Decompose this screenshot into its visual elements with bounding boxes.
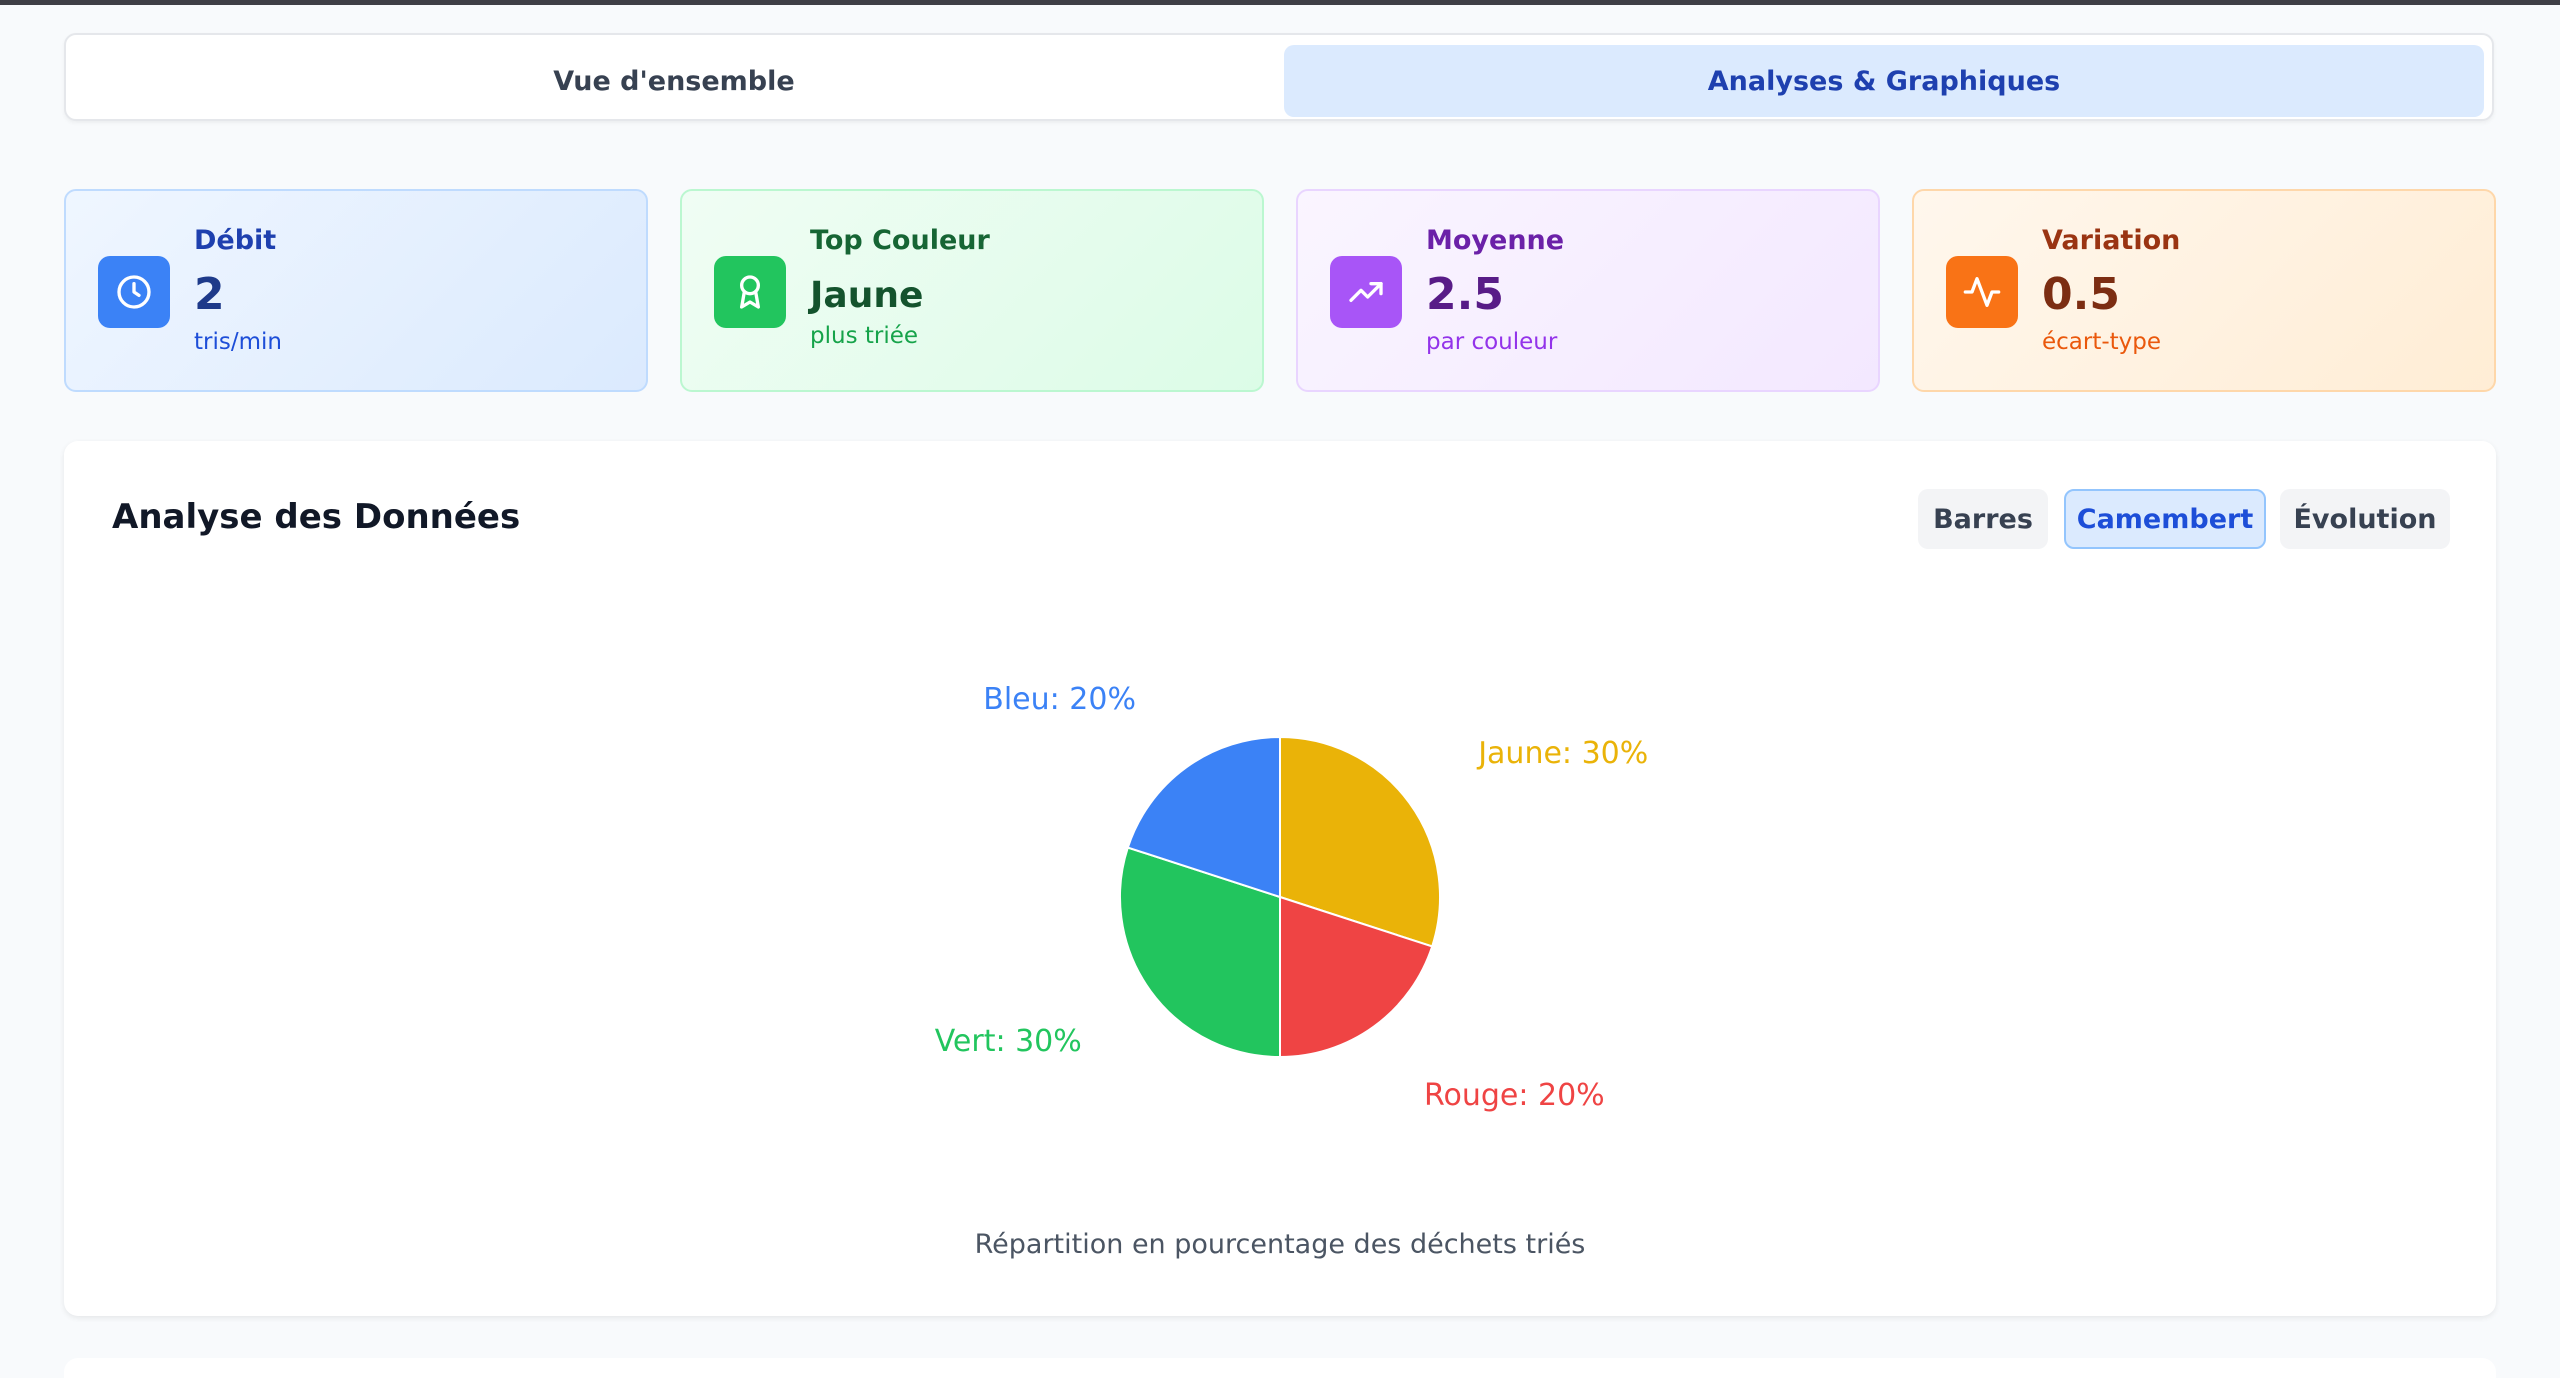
stat-label: Moyenne <box>1426 225 1565 256</box>
award-icon <box>714 256 786 328</box>
stat-card-top-color: Top Couleur Jaune plus triée <box>680 189 1264 392</box>
trending-up-icon <box>1330 256 1402 328</box>
stat-label: Top Couleur <box>810 225 990 256</box>
activity-icon <box>1946 256 2018 328</box>
pie-label-jaune: Jaune: 30% <box>1476 736 1648 771</box>
next-panel-edge <box>64 1358 2496 1378</box>
stat-value: 0.5 <box>2042 269 2120 320</box>
clock-icon <box>98 256 170 328</box>
tab-overview[interactable]: Vue d'ensemble <box>74 45 1274 117</box>
stat-label: Variation <box>2042 225 2181 256</box>
stat-card-throughput: Débit 2 tris/min <box>64 189 648 392</box>
stat-unit: plus triée <box>810 323 919 349</box>
data-analysis-panel: Analyse des Données Barres Camembert Évo… <box>64 441 2496 1316</box>
pie-label-rouge: Rouge: 20% <box>1424 1078 1605 1113</box>
pie-chart: Jaune: 30% Rouge: 20% Vert: 30% Bleu: 20% <box>935 682 1649 1113</box>
stat-label: Débit <box>194 225 277 256</box>
view-tabs: Vue d'ensemble Analyses & Graphiques <box>64 33 2494 121</box>
tab-analytics[interactable]: Analyses & Graphiques <box>1284 45 2484 117</box>
stat-card-average: Moyenne 2.5 par couleur <box>1296 189 1880 392</box>
window-top-bar <box>0 0 2560 5</box>
stat-value: 2 <box>194 269 225 320</box>
pie-label-bleu: Bleu: 20% <box>983 682 1136 717</box>
stat-unit: tris/min <box>194 329 282 355</box>
stat-card-variation: Variation 0.5 écart-type <box>1912 189 2496 392</box>
stat-unit: écart-type <box>2042 329 2162 355</box>
stat-unit: par couleur <box>1426 329 1558 355</box>
chart-caption: Répartition en pourcentage des déchets t… <box>974 1229 1586 1260</box>
stat-value: 2.5 <box>1426 269 1504 320</box>
pie-label-vert: Vert: 30% <box>935 1024 1082 1059</box>
stat-value: Jaune <box>810 275 924 316</box>
